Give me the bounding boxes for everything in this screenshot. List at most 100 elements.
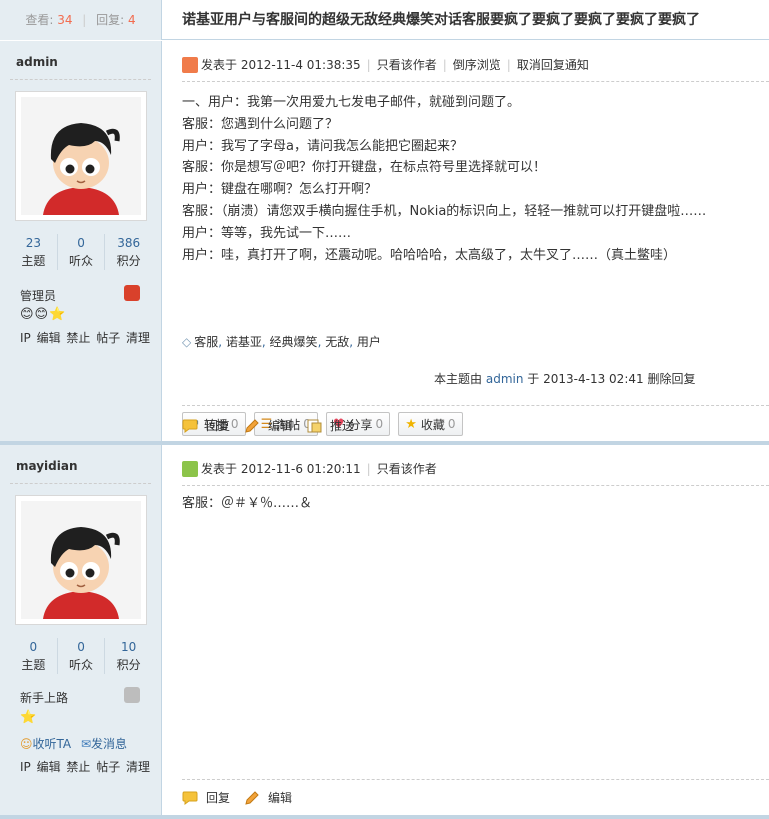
favorite-label: 收藏	[420, 417, 445, 432]
edit-time: 2013-4-13 02:41	[543, 372, 644, 386]
post-content: 一、用户：我第一次用爱九七发电子邮件，就碰到问题了。 客服：您遇到什么问题了？ …	[182, 95, 707, 263]
stat-label: 积分	[116, 254, 141, 268]
thread-header: 查看: 34 | 回复: 4 诺基亚用户与客服间的超级无敌经典爆笑对话客服要疯了…	[0, 0, 769, 40]
author-name[interactable]: mayidian	[16, 459, 78, 473]
reply-icon	[182, 419, 198, 433]
author-offline-icon	[182, 461, 198, 477]
stat-threads[interactable]: 0 主题	[10, 638, 58, 674]
edit-action: 删除回复	[647, 372, 696, 386]
thread-title: 诺基亚用户与客服间的超级无敌经典爆笑对话客服要疯了要疯了要疯了要疯了要疯了	[182, 12, 700, 28]
cancel-notify-link[interactable]: 取消回复通知	[517, 57, 589, 73]
stat-value: 10	[121, 640, 137, 654]
views-label: 查看:	[25, 13, 54, 27]
tag-separator: ,	[218, 335, 226, 349]
tag-link[interactable]: 用户	[357, 335, 381, 349]
moderator-ops[interactable]: IP 编辑 禁止 帖子 清理	[20, 329, 150, 346]
follow-label: 收听TA	[32, 737, 72, 751]
post-divider	[0, 815, 769, 819]
views-count: 34	[57, 13, 73, 27]
pencil-icon	[244, 790, 260, 805]
stat-label: 主题	[21, 658, 46, 672]
meta-separator: |	[506, 58, 511, 72]
favorite-count: 0	[447, 417, 456, 431]
reply-icon	[182, 791, 198, 805]
author-online-icon	[182, 57, 198, 73]
stats-separator: |	[82, 13, 87, 27]
stat-listeners[interactable]: 0 听众	[58, 638, 106, 674]
post-author-sidebar: mayidian 0 主题 0 听众 10 积分 新手上路 ⭐ ☺收听TA ✉发…	[0, 445, 162, 815]
post-2: mayidian 0 主题 0 听众 10 积分 新手上路 ⭐ ☺收听TA ✉发…	[0, 445, 769, 815]
reply-button[interactable]: 回复	[182, 789, 230, 806]
avatar[interactable]	[15, 91, 147, 221]
mail-icon: ✉	[80, 737, 92, 751]
divider	[10, 79, 151, 80]
tag-link[interactable]: 诺基亚	[226, 335, 262, 349]
stat-points[interactable]: 386 积分	[105, 234, 152, 270]
post-actions: 回复 编辑	[182, 789, 292, 806]
author-stats: 23 主题 0 听众 386 积分	[10, 234, 152, 270]
favorite-button[interactable]: ★ 收藏 0	[398, 412, 463, 436]
follow-links: ☺收听TA ✉发消息	[20, 735, 127, 752]
replies-count: 4	[128, 13, 136, 27]
post-actions: 回复 编辑 推送	[182, 417, 354, 434]
only-author-link[interactable]: 只看该作者	[377, 461, 437, 477]
reverse-order-link[interactable]: 倒序浏览	[453, 57, 501, 73]
send-message-label: 发消息	[91, 737, 128, 751]
author-name[interactable]: admin	[16, 55, 58, 69]
reply-label: 回复	[206, 419, 231, 433]
divider	[182, 779, 769, 780]
thread-stats: 查看: 34 | 回复: 4	[0, 0, 162, 40]
divider	[182, 485, 769, 486]
stat-value: 0	[77, 640, 85, 654]
posted-prefix: 发表于	[201, 462, 238, 476]
push-label: 推送	[330, 419, 355, 433]
stat-threads[interactable]: 23 主题	[10, 234, 58, 270]
rank-stars-icon: ⭐	[20, 710, 38, 725]
tag-icon: ◇	[182, 335, 192, 349]
edit-button[interactable]: 编辑	[244, 417, 292, 434]
rank-stars-icon: 😊😊⭐	[20, 307, 67, 322]
post-meta: 发表于 2012-11-4 01:38:35 | 只看该作者 | 倒序浏览 | …	[182, 55, 589, 75]
divider	[10, 483, 151, 484]
stat-listeners[interactable]: 0 听众	[58, 234, 106, 270]
edit-prefix: 本主题由	[434, 372, 483, 386]
post-body: 发表于 2012-11-4 01:38:35 | 只看该作者 | 倒序浏览 | …	[162, 41, 769, 441]
stat-points[interactable]: 10 积分	[105, 638, 152, 674]
tag-separator: ,	[349, 335, 357, 349]
post-body: 发表于 2012-11-6 01:20:11 | 只看该作者 客服：＠＃￥％………	[162, 445, 769, 815]
tag-link[interactable]: 经典爆笑	[270, 335, 318, 349]
stat-label: 主题	[21, 254, 46, 268]
user-rank: 新手上路	[20, 691, 69, 705]
edit-button[interactable]: 编辑	[244, 789, 292, 806]
meta-separator: |	[366, 462, 371, 476]
avatar[interactable]	[15, 495, 147, 625]
send-message-button[interactable]: ✉发消息	[81, 737, 127, 751]
only-author-link[interactable]: 只看该作者	[377, 57, 437, 73]
weibo-icon[interactable]	[124, 285, 140, 301]
star-icon: ★	[405, 416, 417, 432]
tag-link[interactable]: 客服	[194, 335, 218, 349]
avatar-image	[21, 501, 141, 619]
avatar-image	[21, 97, 141, 215]
edit-note: 本主题由 admin 于 2013-4-13 02:41 删除回复	[434, 370, 695, 387]
reply-button[interactable]: 回复	[182, 417, 230, 434]
stat-label: 听众	[69, 658, 94, 672]
post-meta: 发表于 2012-11-6 01:20:11 | 只看该作者	[182, 459, 437, 479]
stat-value: 386	[117, 236, 141, 250]
stat-label: 积分	[116, 658, 141, 672]
edit-label: 编辑	[268, 791, 293, 805]
divider	[182, 405, 769, 406]
tag-list: ◇ 客服, 诺基亚, 经典爆笑, 无敌, 用户	[182, 333, 381, 350]
reply-label: 回复	[206, 791, 231, 805]
stat-value: 0	[77, 236, 85, 250]
stat-label: 听众	[69, 254, 94, 268]
replies-label: 回复:	[96, 13, 125, 27]
weibo-icon[interactable]	[124, 687, 140, 703]
push-button[interactable]: 推送	[306, 417, 354, 434]
tag-link[interactable]: 无敌	[325, 335, 349, 349]
posted-time: 2012-11-6 01:20:11	[240, 462, 361, 476]
author-stats: 0 主题 0 听众 10 积分	[10, 638, 152, 674]
follow-button[interactable]: ☺收听TA	[20, 737, 71, 751]
edit-author-link[interactable]: admin	[486, 372, 524, 386]
moderator-ops[interactable]: IP 编辑 禁止 帖子 清理	[20, 758, 150, 775]
